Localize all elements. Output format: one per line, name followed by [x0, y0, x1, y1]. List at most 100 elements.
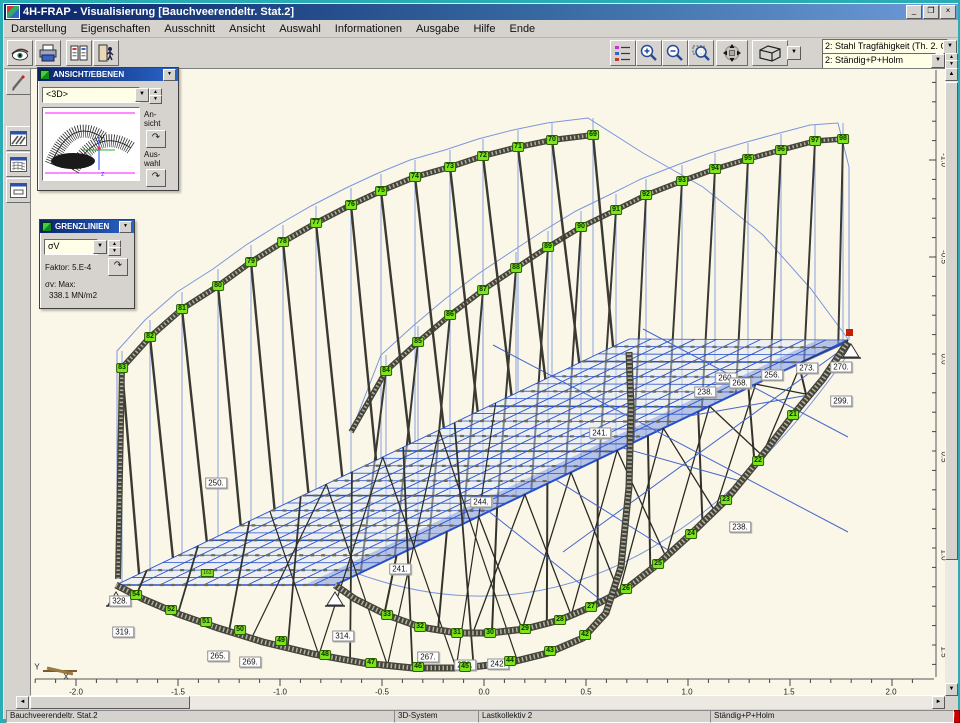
menu-ausgabe[interactable]: Ausgabe	[409, 22, 466, 36]
eye-icon	[10, 43, 30, 63]
menu-hilfe[interactable]: Hilfe	[466, 22, 502, 36]
redo-arrow-icon: ↷	[152, 132, 160, 143]
auswahl-apply-button[interactable]: ↷	[146, 169, 166, 187]
panel-grenzlinien-titlebar[interactable]: GRENZLINIEN ▼	[40, 220, 134, 233]
view-cube-button[interactable]	[752, 40, 788, 66]
node-label: 70	[546, 135, 558, 145]
view-dropdown-icon[interactable]: ▼	[135, 88, 149, 102]
pan-arrows-icon	[719, 43, 745, 63]
scroll-right-arrow[interactable]: ►	[932, 696, 945, 709]
menu-ende[interactable]: Ende	[502, 22, 542, 36]
view-combobox[interactable]: <3D>	[42, 87, 140, 103]
maximize-button[interactable]: ❐	[923, 5, 939, 19]
zoom-in-button[interactable]	[636, 40, 662, 66]
node-label: 51	[200, 617, 212, 627]
exit-door-icon	[96, 43, 116, 63]
grenzlinien-apply-button[interactable]: ↷	[108, 258, 128, 276]
panel-cube-icon	[40, 70, 50, 80]
minimized-panel-hatch[interactable]	[6, 126, 31, 151]
menu-informationen[interactable]: Informationen	[328, 22, 409, 36]
app-icon	[6, 5, 20, 19]
node-label: 24	[685, 529, 697, 539]
node-label: 72	[477, 151, 489, 161]
minimize-button[interactable]: _	[906, 5, 922, 19]
exit-button[interactable]	[93, 40, 119, 66]
panel-ansicht-collapse-button[interactable]: ▼	[163, 69, 176, 81]
panel-ansicht-ebenen[interactable]: ANSICHT/EBENEN ▼ <3D> ▼ ▲ ▼ z An-sicht	[37, 67, 179, 191]
bottom-tick-label: 1.5	[783, 688, 794, 697]
node-label: 94	[709, 164, 721, 174]
node-label: 81	[176, 304, 188, 314]
structure-tree-button[interactable]	[610, 40, 636, 66]
view-cube-dropdown[interactable]: ▼	[787, 46, 801, 60]
node-label: 46	[412, 662, 424, 672]
node-label: 87	[477, 285, 489, 295]
vertical-scrollbar[interactable]: ▲ ▼	[945, 68, 958, 696]
preview-thumbnail: z	[43, 108, 137, 178]
loadcase-combobox[interactable]: 2: Ständig+P+Holm	[822, 53, 936, 69]
view-eye-button[interactable]	[7, 40, 33, 66]
value-label: 299.	[830, 396, 852, 407]
theory-dropdown-icon[interactable]: ▼	[943, 40, 957, 54]
view-preview[interactable]: z	[42, 107, 140, 181]
bottom-tick-label: 2.0	[885, 688, 896, 697]
minimized-panel-box[interactable]	[6, 178, 31, 203]
status-field: 3D-System	[394, 710, 484, 723]
panel-ansicht-titlebar[interactable]: ANSICHT/EBENEN ▼	[38, 68, 178, 81]
node-label: 43	[544, 646, 556, 656]
menu-ansicht[interactable]: Ansicht	[222, 22, 272, 36]
title-bar[interactable]: 4H-FRAP - Visualisierung [Bauchveerendel…	[4, 4, 958, 20]
value-label: 273.	[796, 363, 818, 374]
scroll-down-arrow[interactable]: ▼	[945, 683, 958, 696]
loadcase-dropdown-icon[interactable]: ▼	[931, 54, 945, 68]
bottom-tick-label: -1.5	[171, 688, 185, 697]
redo-arrow-icon: ↷	[152, 171, 160, 182]
panel-grenzlinien-title: GRENZLINIEN	[55, 222, 109, 231]
vscroll-thumb[interactable]	[945, 82, 958, 560]
menu-ausschnitt[interactable]: Ausschnitt	[157, 22, 222, 36]
zoom-in-icon	[639, 43, 659, 63]
hscroll-thumb[interactable]	[30, 696, 190, 709]
value-label: 268.	[729, 378, 751, 389]
tree-icon	[613, 43, 633, 63]
panel-grenzlinien[interactable]: GRENZLINIEN ▼ σV ▼ ▲ ▼ Faktor: 5.E-4 ↷ σ…	[39, 219, 135, 309]
zoom-window-button[interactable]	[688, 40, 714, 66]
ansicht-apply-button[interactable]: ↷	[146, 130, 166, 148]
pan-control[interactable]	[716, 40, 748, 66]
minimized-panel-mesh[interactable]	[6, 152, 31, 177]
sigma-dropdown-icon[interactable]: ▼	[93, 240, 107, 254]
menu-auswahl[interactable]: Auswahl	[272, 22, 328, 36]
horizontal-scrollbar[interactable]: ◄ ►	[16, 696, 945, 709]
node-label: 44	[504, 656, 516, 666]
print-button[interactable]	[35, 40, 61, 66]
node-label: 26	[620, 584, 632, 594]
value-label: 267.	[417, 652, 439, 663]
sigma-combobox[interactable]: σV	[44, 239, 98, 255]
value-label: 250.	[205, 478, 227, 489]
scroll-up-arrow[interactable]: ▲	[945, 68, 958, 81]
node-label: 50	[234, 625, 246, 635]
scroll-left-arrow[interactable]: ◄	[16, 696, 29, 709]
zoom-out-button[interactable]	[662, 40, 688, 66]
view-spin-down[interactable]: ▼	[149, 95, 162, 104]
menu-darstellung[interactable]: Darstellung	[4, 22, 74, 36]
close-button[interactable]: ×	[940, 5, 956, 19]
pages-button[interactable]	[66, 40, 92, 66]
node-label: 45	[459, 662, 471, 672]
node-label: 31	[451, 628, 463, 638]
panel-grenzlinien-collapse-button[interactable]: ▼	[119, 221, 132, 233]
status-field: Lastkollektiv 2	[478, 710, 716, 723]
node-label: 84	[380, 366, 392, 376]
pencil-icon	[10, 74, 28, 92]
sigma-max-value: 338.1 MN/m2	[49, 291, 97, 300]
menu-eigenschaften[interactable]: Eigenschaften	[74, 22, 158, 36]
node-label: 77	[310, 218, 322, 228]
edit-tool-button[interactable]	[6, 70, 31, 95]
node-label: 88	[510, 263, 522, 273]
value-label: 269.	[239, 657, 261, 668]
value-label: 241.	[589, 428, 611, 439]
sigma-spin-down[interactable]: ▼	[108, 247, 121, 256]
value-label: 244.	[470, 497, 492, 508]
mini-window-mesh-icon	[10, 157, 27, 172]
node-label: 47	[365, 658, 377, 668]
